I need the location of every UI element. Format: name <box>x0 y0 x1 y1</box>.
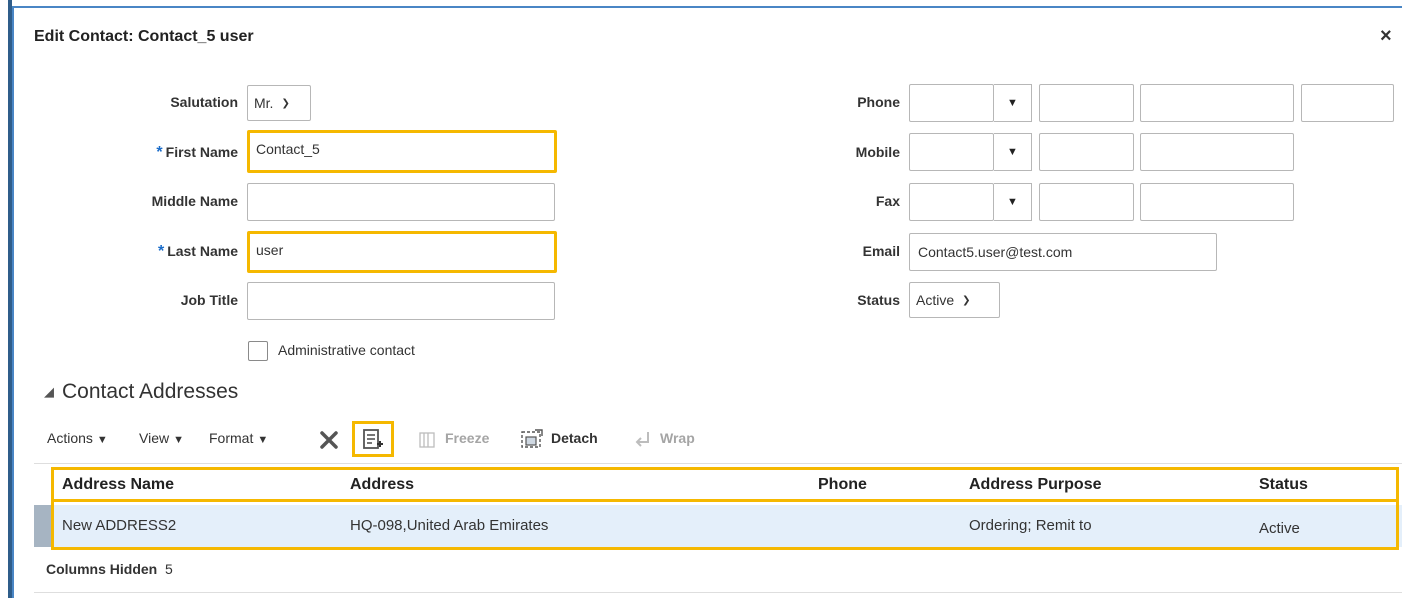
fax-label: Fax <box>875 193 900 209</box>
mobile-number-field[interactable] <box>1140 133 1294 171</box>
detach-button[interactable]: Detach <box>551 430 598 446</box>
columns-hidden-info: Columns Hidden 5 <box>46 561 173 577</box>
section-title: Contact Addresses <box>62 380 239 403</box>
freeze-icon <box>419 432 435 448</box>
wrap-icon <box>635 432 649 447</box>
close-icon[interactable]: × <box>1380 26 1392 46</box>
fax-area-code-field[interactable] <box>1039 183 1134 221</box>
administrative-contact-label: Administrative contact <box>278 342 415 358</box>
email-label: Email <box>862 243 900 259</box>
column-header-address[interactable]: Address <box>350 476 414 494</box>
table-bottom-divider <box>34 592 1402 593</box>
dialog-title: Edit Contact: Contact_5 user <box>34 28 254 45</box>
column-header-address-name[interactable]: Address Name <box>62 476 174 494</box>
view-label: View <box>139 430 170 446</box>
row-highlight <box>51 499 1399 550</box>
salutation-select[interactable]: Mr. ❯ <box>247 85 311 121</box>
actions-label: Actions <box>47 430 93 446</box>
phone-country-dropdown-icon[interactable]: ▼ <box>994 84 1032 122</box>
caret-down-icon: ▼ <box>96 434 108 446</box>
phone-country-code-field[interactable] <box>909 84 994 122</box>
column-header-phone[interactable]: Phone <box>818 476 867 494</box>
format-label: Format <box>209 430 254 446</box>
mobile-country-dropdown-icon[interactable]: ▼ <box>994 133 1032 171</box>
format-menu[interactable]: Format ▼ <box>209 430 268 446</box>
freeze-button[interactable]: Freeze <box>445 430 489 446</box>
actions-menu[interactable]: Actions ▼ <box>47 430 108 446</box>
status-value: Active <box>916 292 955 308</box>
caret-down-icon: ▼ <box>173 434 184 446</box>
required-indicator: * <box>157 243 165 260</box>
caret-down-icon: ▼ <box>257 434 269 446</box>
email-field[interactable]: Contact5.user@test.com <box>909 233 1217 271</box>
phone-number-field[interactable] <box>1140 84 1294 122</box>
screen: Edit Contact: Contact_5 user × Salutatio… <box>0 0 1402 598</box>
table-top-divider <box>34 463 1402 464</box>
cell-status: Active <box>1259 520 1300 537</box>
row-selection-marker[interactable] <box>34 505 52 547</box>
mobile-country-code-field[interactable] <box>909 133 994 171</box>
last-name-label-text: Last Name <box>167 243 238 259</box>
cell-address: HQ-098,United Arab Emirates <box>350 517 549 534</box>
middle-name-label: Middle Name <box>151 193 238 209</box>
required-indicator: * <box>156 144 163 161</box>
header-highlight <box>51 467 1399 502</box>
cell-address-purpose: Ordering; Remit to <box>969 517 1092 534</box>
add-row-icon[interactable] <box>361 428 385 452</box>
view-menu[interactable]: View ▼ <box>139 430 184 446</box>
columns-hidden-label: Columns Hidden <box>46 561 158 577</box>
chevron-down-icon: ❯ <box>962 295 971 307</box>
cell-address-name: New ADDRESS2 <box>62 517 177 534</box>
fax-country-code-field[interactable] <box>909 183 994 221</box>
administrative-contact-checkbox[interactable] <box>248 341 268 361</box>
last-name-field[interactable]: user <box>247 231 557 273</box>
job-title-field[interactable] <box>247 282 555 320</box>
delete-icon[interactable] <box>319 430 339 450</box>
detach-icon[interactable] <box>521 429 543 449</box>
job-title-label: Job Title <box>180 292 238 308</box>
phone-label: Phone <box>857 94 900 110</box>
salutation-label: Salutation <box>170 94 238 110</box>
collapse-triangle-icon[interactable]: ◢ <box>44 384 54 399</box>
contact-addresses-section-header[interactable]: ◢ Contact Addresses <box>44 380 238 404</box>
status-select[interactable]: Active ❯ <box>909 282 1000 318</box>
fax-number-field[interactable] <box>1140 183 1294 221</box>
mobile-area-code-field[interactable] <box>1039 133 1134 171</box>
first-name-label-text: First Name <box>165 144 238 160</box>
salutation-value: Mr. <box>254 95 274 111</box>
middle-name-field[interactable] <box>247 183 555 221</box>
phone-extension-field[interactable] <box>1301 84 1394 122</box>
fax-country-dropdown-icon[interactable]: ▼ <box>994 183 1032 221</box>
first-name-field[interactable]: Contact_5 <box>247 130 557 173</box>
chevron-down-icon: ❯ <box>281 98 290 110</box>
wrap-button[interactable]: Wrap <box>660 430 695 446</box>
column-header-status[interactable]: Status <box>1259 476 1308 494</box>
status-label: Status <box>857 292 900 308</box>
first-name-label: * First Name <box>120 144 238 162</box>
phone-area-code-field[interactable] <box>1039 84 1134 122</box>
mobile-label: Mobile <box>855 144 900 160</box>
columns-hidden-count: 5 <box>165 561 173 577</box>
last-name-label: * Last Name <box>120 243 238 261</box>
column-header-address-purpose[interactable]: Address Purpose <box>969 476 1101 494</box>
